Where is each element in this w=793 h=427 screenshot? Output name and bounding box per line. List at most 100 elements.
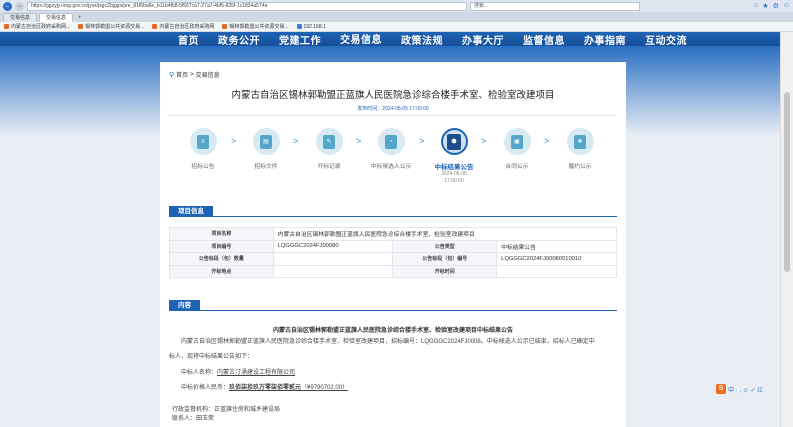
favorite-icon [296, 24, 302, 29]
back-icon[interactable]: ← [3, 1, 12, 11]
nav-party[interactable]: 党建工作 [279, 32, 321, 47]
content-title: 内蒙古自治区锡林郭勒盟正蓝旗人民医院急诊综合楼手术室、检验室改建项目中标结果公告 [272, 328, 513, 334]
favorite-item[interactable]: 192.168.1 [296, 24, 326, 30]
favorite-item[interactable]: 内蒙古自治区政府采购网 [152, 23, 214, 30]
price-line: 中标价格人民币：玖佰柒拾玖万零柒佰零贰元（¥9790702.00） [181, 385, 349, 391]
address-bar: ← → https://ggzyjy.nmg.gov.cn/jyxx/jsgcZ… [0, 0, 793, 12]
contract-icon: ▣ [511, 134, 523, 149]
lot-no-value: LQGGGC2024FJ00080010010 [496, 252, 617, 266]
favorite-item[interactable]: 锡林郭勒盟公共资源交易... [222, 23, 289, 30]
breadcrumb: ⚲ 首页 > 交易信息 [169, 70, 220, 80]
notice-type-value: 中标结果公告 [496, 239, 617, 253]
home-icon[interactable]: ⌂ [754, 2, 758, 10]
step-bid-announcement[interactable]: ≡ 招标公告 [173, 128, 233, 170]
bid-time-value [496, 264, 617, 278]
bid-open-label: 开标地点 [169, 264, 274, 278]
step-performance[interactable]: ❖ 履约公示 [550, 128, 610, 170]
nav-service-hall[interactable]: 办事大厅 [462, 32, 504, 47]
ime-toolbar[interactable]: S 中 · , ☺ ✓ ☷ [716, 384, 763, 394]
table-row: 项目名称 内蒙古自治区锡林郭勒盟正蓝旗人民医院急诊综合楼手术室、检验室改建项目 [169, 227, 618, 241]
ime-options[interactable]: 中 · , ☺ ✓ ☷ [728, 385, 763, 394]
bid-time-label: 开标时间 [392, 264, 498, 278]
lot-count-label: 公告标段（包）数量 [169, 252, 274, 266]
smile-icon[interactable]: ☺ [783, 2, 790, 10]
tab-1[interactable]: 交易信息 [3, 13, 38, 22]
document-icon: ▤ [260, 134, 272, 149]
project-name-label: 项目名称 [169, 227, 274, 241]
step-date: 2024-08-05 [441, 171, 467, 177]
page-title: 内蒙古自治区锡林郭勒盟正蓝旗人民医院急诊综合楼手术室、检验室改建项目 [231, 90, 555, 101]
favorite-icon [222, 24, 228, 29]
url-field[interactable]: https://ggzyjy.nmg.gov.cn/jyxx/jsgcZbjgg… [27, 1, 467, 11]
notice-type-label: 公告类型 [392, 239, 498, 253]
project-name-value: 内蒙古自治区锡林郭勒盟正蓝旗人民医院急诊综合楼手术室、检验室改建项目 [272, 227, 618, 241]
contact-line: 联系人：田玉荣 [172, 416, 215, 422]
step-result[interactable]: ⬢ 中标结果公告 2024-08-05 17:00:00 [424, 128, 484, 185]
section-title: 项目信息 [169, 206, 213, 217]
forward-icon[interactable]: → [15, 1, 24, 11]
nav-supervision[interactable]: 监督信息 [523, 32, 565, 47]
publish-time: 发布时间：2024-08-05 17:00:00 [357, 106, 429, 112]
project-no-label: 项目编号 [169, 239, 274, 253]
scrollbar[interactable] [780, 32, 793, 427]
nav-trade-info[interactable]: 交易信息 [340, 31, 382, 48]
nav-policy[interactable]: 政策法规 [401, 32, 443, 47]
favorite-icon [152, 24, 158, 29]
favorite-item[interactable]: 锡林郭勒盟公共资源交易... [78, 23, 144, 30]
announcement-icon: ≡ [197, 134, 209, 149]
bid-open-value [272, 264, 394, 278]
gear-icon[interactable]: ⚙ [773, 2, 779, 10]
record-icon: ✎ [323, 134, 335, 149]
lot-count-value [272, 252, 394, 266]
breadcrumb-home[interactable]: 首页 [176, 70, 188, 79]
table-row: 公告标段（包）数量 公告标段（包）编号 LQGGGC2024FJ00080010… [169, 252, 617, 266]
chevron-right-icon: > [293, 136, 299, 146]
table-row: 开标地点 开标时间 [169, 264, 617, 278]
step-time: 17:00:00 [444, 178, 464, 184]
nav-gov-affairs[interactable]: 政务公开 [218, 32, 260, 47]
nav-interaction[interactable]: 互动交流 [645, 32, 687, 47]
table-row: 项目编号 LQGGGC2024FJ00080 公告类型 中标结果公告 [169, 239, 617, 253]
nav-home[interactable]: 首页 [178, 32, 199, 47]
favorite-icon [4, 24, 9, 29]
location-pin-icon: ⚲ [169, 71, 175, 79]
chevron-right-icon: > [544, 136, 550, 146]
lot-no-label: 公告标段（包）编号 [392, 252, 498, 266]
result-icon: ⬢ [447, 133, 461, 150]
section-content: 内容 [169, 300, 617, 311]
site-nav: 首页 政务公开 党建工作 交易信息 政策法规 办事大厅 监督信息 办事指南 互动… [0, 31, 780, 48]
search-input[interactable]: 搜索... [470, 1, 640, 11]
browser-toolbar: ⌂ ★ ⚙ ☺ [754, 2, 790, 10]
project-no-value: LQGGGC2024FJ00080 [272, 239, 394, 253]
breadcrumb-current[interactable]: 交易信息 [196, 70, 220, 79]
content-paragraph: 内蒙古自治区锡林郭勒盟正蓝旗人民医院急诊综合楼手术室、检验室改建项目，招标编号：… [181, 339, 595, 345]
process-steps: ≡ 招标公告 > ▤ 招标文件 > ✎ 开标记录 > ◔ 中标候选人公示 > ⬢… [169, 128, 617, 198]
candidate-icon: ◔ [385, 134, 397, 149]
breadcrumb-separator: > [190, 71, 194, 78]
winner-name: 内蒙古汀涌建设工程有限公司 [217, 370, 296, 376]
step-bid-document[interactable]: ▤ 招标文件 [236, 128, 296, 170]
favorite-item[interactable]: 内蒙古自治区政府采购网... [4, 23, 70, 30]
price-text: 玖佰柒拾玖万零柒佰零贰元 [229, 385, 302, 391]
divider [169, 115, 617, 116]
nav-guide[interactable]: 办事指南 [584, 32, 626, 47]
section-title: 内容 [169, 300, 200, 311]
new-tab-button[interactable]: + [75, 14, 84, 22]
content-paragraph: 标人，现将中标结果公告如下： [169, 354, 254, 360]
step-candidate[interactable]: ◔ 中标候选人公示 [361, 128, 421, 170]
performance-icon: ❖ [574, 134, 586, 149]
tab-bar: 交易信息 交易信息 + [0, 12, 793, 22]
favorite-icon [78, 24, 84, 29]
step-bid-opening[interactable]: ✎ 开标记录 [299, 128, 359, 170]
section-project-info: 项目信息 [169, 206, 617, 217]
tab-2[interactable]: 交易信息 [39, 13, 74, 22]
price-number: （¥9790702.00） [301, 385, 349, 391]
project-info-table: 项目名称 内蒙古自治区锡林郭勒盟正蓝旗人民医院急诊综合楼手术室、检验室改建项目 … [169, 227, 618, 278]
star-icon[interactable]: ★ [762, 2, 768, 10]
authority-line: 行政监督机构：正蓝旗住房和城乡建设局 [172, 407, 281, 413]
chevron-right-icon: > [481, 136, 487, 146]
sogou-logo-icon: S [716, 384, 726, 394]
favorites-bar: 内蒙古自治区政府采购网... 锡林郭勒盟公共资源交易... 内蒙古自治区政府采购… [0, 22, 793, 32]
scrollbar-thumb[interactable] [784, 92, 790, 272]
step-contract[interactable]: ▣ 合同公示 [487, 128, 547, 170]
